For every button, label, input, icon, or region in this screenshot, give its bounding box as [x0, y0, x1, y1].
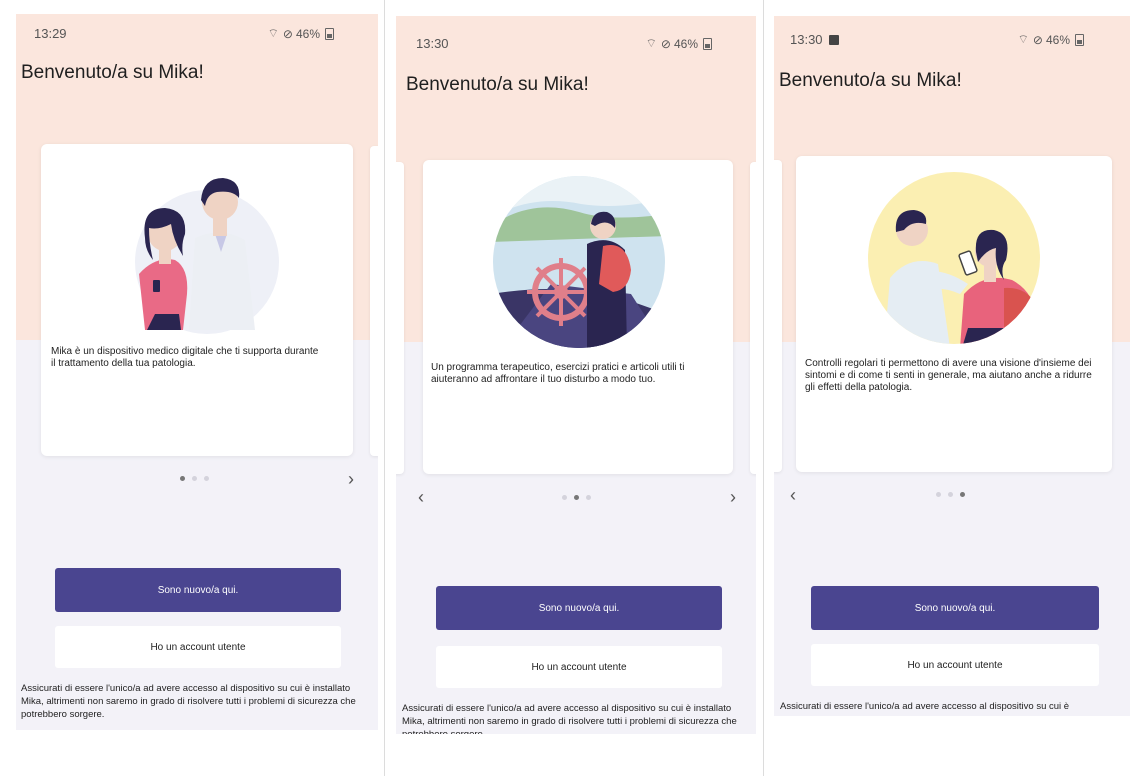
chevron-right-icon[interactable]: › [730, 488, 736, 506]
welcome-title: Benvenuto/a su Mika! [21, 62, 204, 83]
chevron-left-icon[interactable]: ‹ [790, 486, 796, 504]
existing-account-button[interactable]: Ho un account utente [55, 626, 341, 668]
patient-doctor-illustration [135, 178, 279, 334]
welcome-title: Benvenuto/a su Mika! [779, 70, 962, 91]
status-time: 13:30 [790, 32, 839, 47]
page-dot-2[interactable] [192, 476, 197, 481]
image-notification-icon [828, 35, 839, 45]
new-user-button[interactable]: Sono nuovo/a qui. [436, 586, 722, 630]
status-time: 13:29 [34, 26, 67, 41]
next-card-peek [750, 162, 756, 474]
onboarding-card[interactable]: Un programma terapeutico, esercizi prati… [423, 160, 733, 474]
page-dot-3[interactable] [960, 492, 965, 497]
status-time-text: 13:30 [790, 32, 823, 47]
battery-level: 46% [673, 36, 698, 51]
wifi-icon: ⌔ [1017, 32, 1030, 46]
chevron-right-icon[interactable]: › [348, 470, 354, 488]
chevron-left-icon[interactable]: ‹ [418, 488, 424, 506]
page-dot-1[interactable] [936, 492, 941, 497]
battery-level: 46% [295, 26, 320, 41]
dnd-icon: ⊘ [660, 36, 671, 51]
previous-card-peek [774, 160, 782, 472]
page-dot-2[interactable] [574, 495, 579, 500]
dnd-icon: ⊘ [1032, 32, 1043, 47]
security-disclaimer: Assicurati di essere l'unico/a ad avere … [402, 703, 737, 734]
security-disclaimer: Assicurati di essere l'unico/a ad avere … [21, 683, 356, 720]
security-disclaimer: Assicurati di essere l'unico/a ad avere … [780, 701, 1070, 712]
battery-level: 46% [1045, 32, 1070, 47]
previous-card-peek [396, 162, 404, 474]
card-description: Un programma terapeutico, esercizi prati… [431, 362, 685, 385]
existing-account-button[interactable]: Ho un account utente [811, 644, 1099, 686]
wifi-icon: ⌔ [267, 26, 280, 40]
page-dot-3[interactable] [586, 495, 591, 500]
screen-2: 13:30 ⌔ ⊘ 46% Benvenuto/a su Mika! Un pr… [396, 16, 756, 734]
status-bar: 13:30 ⌔ ⊘ 46% [396, 16, 756, 51]
battery-icon [1075, 33, 1084, 46]
page-dot-1[interactable] [180, 476, 185, 481]
new-user-button[interactable]: Sono nuovo/a qui. [811, 586, 1099, 630]
existing-account-button[interactable]: Ho un account utente [436, 646, 722, 688]
column-divider [384, 0, 385, 776]
page-dot-2[interactable] [948, 492, 953, 497]
dnd-icon: ⊘ [282, 26, 293, 41]
ship-wheel-illustration [493, 176, 665, 348]
column-divider [763, 0, 764, 776]
status-bar: 13:30 ⌔ ⊘ 46% [774, 16, 1130, 47]
new-user-button[interactable]: Sono nuovo/a qui. [55, 568, 341, 612]
onboarding-card[interactable]: Controlli regolari ti permettono di aver… [796, 156, 1112, 472]
battery-icon [325, 27, 334, 40]
checkup-illustration [868, 172, 1040, 344]
onboarding-card[interactable]: Mika è un dispositivo medico digitale ch… [41, 144, 353, 456]
card-description: Mika è un dispositivo medico digitale ch… [51, 346, 319, 369]
card-description: Controlli regolari ti permettono di aver… [805, 358, 1092, 393]
status-time: 13:30 [416, 36, 449, 51]
page-indicator [562, 495, 591, 500]
next-card-peek [370, 146, 378, 456]
status-bar: 13:29 ⌔ ⊘ 46% [16, 14, 378, 44]
wifi-icon: ⌔ [645, 36, 658, 50]
screen-1: 13:29 ⌔ ⊘ 46% Benvenuto/a su Mika! Mika [16, 14, 378, 730]
page-dot-1[interactable] [562, 495, 567, 500]
battery-icon [703, 37, 712, 50]
screen-3: 13:30 ⌔ ⊘ 46% Benvenuto/a su Mika! Contr… [774, 16, 1130, 716]
page-indicator [180, 476, 209, 481]
welcome-title: Benvenuto/a su Mika! [406, 74, 589, 95]
page-indicator [936, 492, 965, 497]
page-dot-3[interactable] [204, 476, 209, 481]
